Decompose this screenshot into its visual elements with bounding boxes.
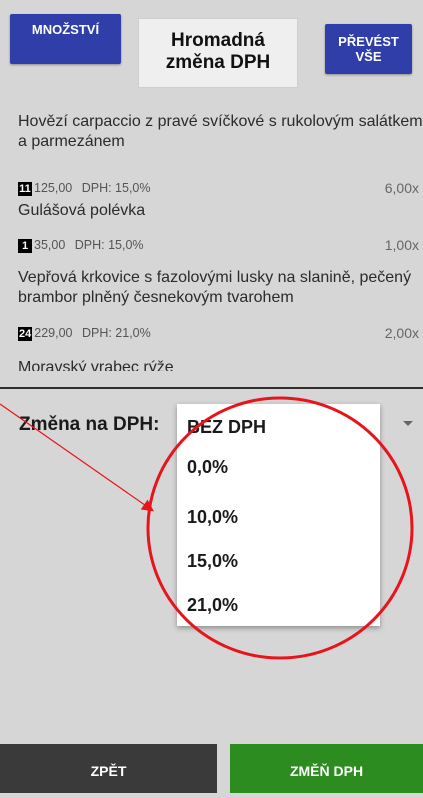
item-amount: 1,00x [384, 237, 419, 253]
item-vat: DPH: 15,0% [74, 238, 144, 252]
item-name: Gulášová polévka [18, 202, 146, 219]
vat-option-0[interactable]: 0,0% [187, 457, 228, 478]
page-title: Hromadná změna DPH [138, 18, 298, 88]
quantity-badge: 24 [18, 326, 33, 341]
vat-option-none[interactable]: BEZ DPH [187, 417, 266, 438]
item-vat: DPH: 15,0% [81, 181, 151, 195]
transfer-label-line-1: PŘEVÉST [338, 34, 399, 49]
item-price: 125,00 [34, 181, 73, 195]
quantity-badge: 1 [18, 238, 32, 253]
item-price: 229,00 [34, 326, 73, 340]
transfer-label-line-2: VŠE [355, 49, 382, 64]
vat-change-label: Změna na DPH: [19, 414, 160, 435]
item-name: Hovězí carpaccio z pravé svíčkové s ruko… [18, 113, 423, 150]
vat-option-21[interactable]: 21,0% [187, 595, 238, 616]
back-button[interactable]: ZPĚT [0, 744, 217, 793]
chevron-down-icon[interactable] [403, 421, 413, 426]
item-vat: DPH: 21,0% [81, 326, 151, 340]
item-name: Moravský vrabec rýže [18, 359, 174, 371]
title-line-2: změna DPH [165, 52, 271, 73]
top-bar: MNOŽSTVÍ Hromadná změna DPH PŘEVÉST VŠE [0, 0, 423, 92]
divider [0, 387, 423, 389]
quantity-button[interactable]: MNOŽSTVÍ [10, 14, 121, 64]
vat-option-15[interactable]: 15,0% [187, 551, 238, 572]
transfer-all-button[interactable]: PŘEVÉST VŠE [325, 24, 412, 74]
list-item[interactable]: Moravský vrabec rýže [18, 358, 423, 371]
item-amount: 2,00x [384, 325, 419, 341]
item-meta: 24 229,00 DPH: 21,0% 2,00x [18, 324, 423, 342]
item-amount: 6,00x [384, 180, 419, 196]
items-list[interactable]: Hovězí carpaccio z pravé svíčkové s ruko… [0, 96, 423, 371]
list-item[interactable]: Gulášová polévka 1 35,00 DPH: 15,0% 1,00x [18, 201, 423, 253]
title-line-1: Hromadná [171, 30, 265, 51]
item-meta: 1 35,00 DPH: 15,0% 1,00x [18, 236, 423, 254]
list-item[interactable]: Vepřová krkovice s fazolovými lusky na s… [18, 268, 423, 341]
item-meta: 11 125,00 DPH: 15,0% 6,00x [18, 179, 423, 197]
list-item[interactable]: Hovězí carpaccio z pravé svíčkové s ruko… [18, 112, 423, 196]
item-price: 35,00 [34, 238, 66, 252]
quantity-badge: 11 [18, 181, 32, 196]
vat-option-10[interactable]: 10,0% [187, 507, 238, 528]
apply-vat-button[interactable]: ZMĚŇ DPH [230, 744, 423, 793]
vat-dropdown[interactable]: BEZ DPH 0,0% 10,0% 15,0% 21,0% [177, 404, 380, 626]
item-name: Vepřová krkovice s fazolovými lusky na s… [18, 269, 412, 306]
